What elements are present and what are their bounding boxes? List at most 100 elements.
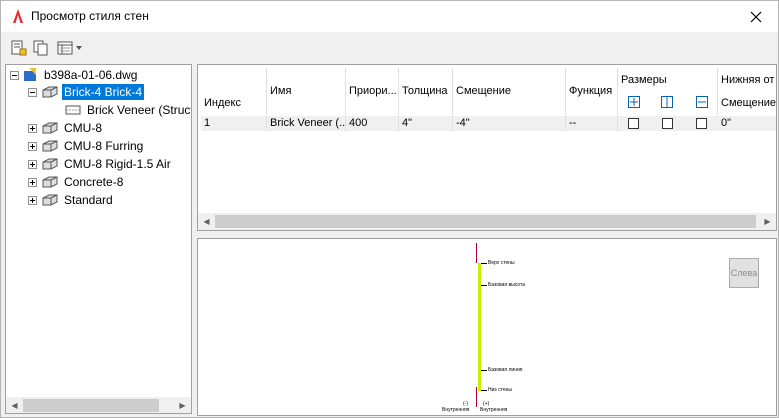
tick-baseline-height [481, 285, 487, 286]
column-header-label: Функция [569, 85, 613, 97]
view-options-button[interactable] [56, 38, 84, 58]
wall-style-icon [42, 194, 58, 206]
cell-index[interactable]: 1 [201, 116, 267, 131]
column-header-name[interactable]: Имя [267, 68, 346, 115]
copy-button[interactable] [32, 38, 50, 58]
cell-priority[interactable]: 400 [346, 116, 399, 131]
column-header-label: Размеры [621, 74, 667, 86]
tree-item-brick-4[interactable]: Brick-4 Brick-4 [28, 83, 145, 101]
tree-item-standard[interactable]: Standard [28, 191, 115, 209]
title-bar: Просмотр стиля стен [1, 1, 778, 32]
components-grid: Индекс Имя Приори... Толщина Смещение Фу… [197, 64, 777, 231]
cell-bottom-offset[interactable]: 0" [718, 116, 776, 131]
autocad-app-icon [13, 9, 23, 23]
dim-center-icon [661, 96, 673, 108]
tick-top [481, 263, 487, 264]
column-header-label: Смещение [721, 97, 777, 109]
tick-baseline [481, 370, 487, 371]
column-header-thickness[interactable]: Толщина [399, 68, 453, 115]
tree-item-label: Concrete-8 [64, 175, 124, 189]
toolbar [1, 32, 778, 62]
tree-root[interactable]: b398a-01-06.dwg [10, 66, 139, 84]
expand-toggle[interactable] [28, 159, 37, 169]
wall-marker-top [476, 243, 477, 263]
collapse-toggle[interactable] [28, 87, 37, 97]
dim-inner-icon [696, 96, 708, 108]
cell-offset[interactable]: -4" [453, 116, 566, 131]
label-wall-top: Верх стены [488, 260, 515, 266]
scrollbar-thumb[interactable] [23, 399, 159, 412]
edit-style-button[interactable] [10, 38, 28, 58]
collapse-toggle[interactable] [10, 70, 19, 80]
scrollbar-thumb[interactable] [215, 215, 756, 228]
view-left-button[interactable]: Слева [729, 258, 759, 288]
wall-preview: Верх стены Базовая высота Базовая линия … [197, 238, 777, 416]
column-header-index[interactable]: Индекс [201, 68, 267, 115]
tick-bottom [481, 390, 487, 391]
tree-item-label: Brick Veneer (Structure) [87, 103, 191, 117]
cell-thickness[interactable]: 4" [399, 116, 453, 131]
dim-center-checkbox[interactable] [662, 118, 673, 129]
tree-root-label: b398a-01-06.dwg [44, 68, 138, 82]
tree-item-cmu-8[interactable]: CMU-8 [28, 119, 104, 137]
cell-name[interactable]: Brick Veneer (... [267, 116, 346, 131]
view-options-icon [57, 41, 73, 55]
copy-icon [33, 40, 48, 56]
tree-item-brick-veneer[interactable]: Brick Veneer (Structure) [65, 101, 191, 119]
wall-component-bar [478, 263, 481, 391]
wall-style-icon [42, 176, 58, 188]
column-header-label: Имя [270, 85, 292, 97]
chevron-down-icon [76, 46, 82, 50]
tree-item-label: Brick-4 Brick-4 [62, 84, 145, 100]
wall-style-icon [42, 158, 58, 170]
component-icon [65, 105, 81, 115]
scroll-right-button[interactable]: ▶ [174, 397, 191, 413]
scroll-left-button[interactable]: ◀ [6, 397, 23, 413]
column-header-offset[interactable]: Смещение [453, 68, 566, 115]
column-header-label: Индекс [204, 97, 241, 109]
cell-function[interactable]: -- [566, 116, 618, 131]
expand-toggle[interactable] [28, 123, 37, 133]
tree-item-label: CMU-8 Rigid-1.5 Air [64, 157, 171, 171]
edit-style-icon [11, 40, 27, 56]
column-header-function[interactable]: Функция [566, 68, 618, 115]
tree-item-label: Standard [64, 193, 113, 207]
tree-item-cmu-8-furring[interactable]: CMU-8 Furring [28, 137, 145, 155]
label-wall-bottom: Низ стены [488, 387, 512, 393]
wall-style-icon [42, 140, 58, 152]
column-header-label: Толщина [402, 85, 448, 97]
label-baseline-height: Базовая высота [488, 282, 525, 288]
wall-style-icon [42, 86, 58, 98]
dim-inner-checkbox[interactable] [696, 118, 707, 129]
tree-item-label: CMU-8 Furring [64, 139, 144, 153]
close-button[interactable] [733, 1, 778, 32]
scroll-right-button[interactable]: ▶ [759, 213, 776, 230]
drawing-file-icon [24, 68, 36, 81]
wall-style-icon [42, 122, 58, 134]
grid-horizontal-scrollbar[interactable]: ◀ ▶ [198, 213, 776, 230]
window-title: Просмотр стиля стен [31, 9, 149, 23]
tree-item-concrete-8[interactable]: Concrete-8 [28, 173, 125, 191]
column-header-bottom[interactable]: Нижняя от Смещение [718, 68, 777, 115]
column-header-dimensions[interactable]: Размеры [618, 68, 718, 115]
expand-toggle[interactable] [28, 195, 37, 205]
tree-horizontal-scrollbar[interactable]: ◀ ▶ [6, 397, 191, 413]
dim-outer-checkbox[interactable] [628, 118, 639, 129]
scroll-left-button[interactable]: ◀ [198, 213, 215, 230]
expand-toggle[interactable] [28, 177, 37, 187]
style-tree: b398a-01-06.dwg Brick-4 Brick-4 Brick Ve… [5, 64, 192, 414]
dim-outer-icon [628, 96, 640, 108]
expand-toggle[interactable] [28, 141, 37, 151]
column-header-label: Смещение [456, 85, 512, 97]
close-icon [750, 11, 761, 22]
label-inner-right: Внутренняя [480, 407, 508, 413]
wall-style-browser-window: Просмотр стиля стен b398a-01-06.dwg Bric… [0, 0, 779, 418]
tree-item-label: CMU-8 [64, 121, 102, 135]
column-header-label: Нижняя от [721, 74, 775, 86]
tree-item-cmu-8-rigid[interactable]: CMU-8 Rigid-1.5 Air [28, 155, 173, 173]
wall-marker-bottom [476, 387, 477, 407]
column-header-priority[interactable]: Приори... [346, 68, 399, 115]
label-inner-left: Внутренняя [442, 407, 470, 413]
column-header-label: Приори... [349, 85, 397, 97]
label-baseline: Базовая линия [488, 367, 523, 373]
